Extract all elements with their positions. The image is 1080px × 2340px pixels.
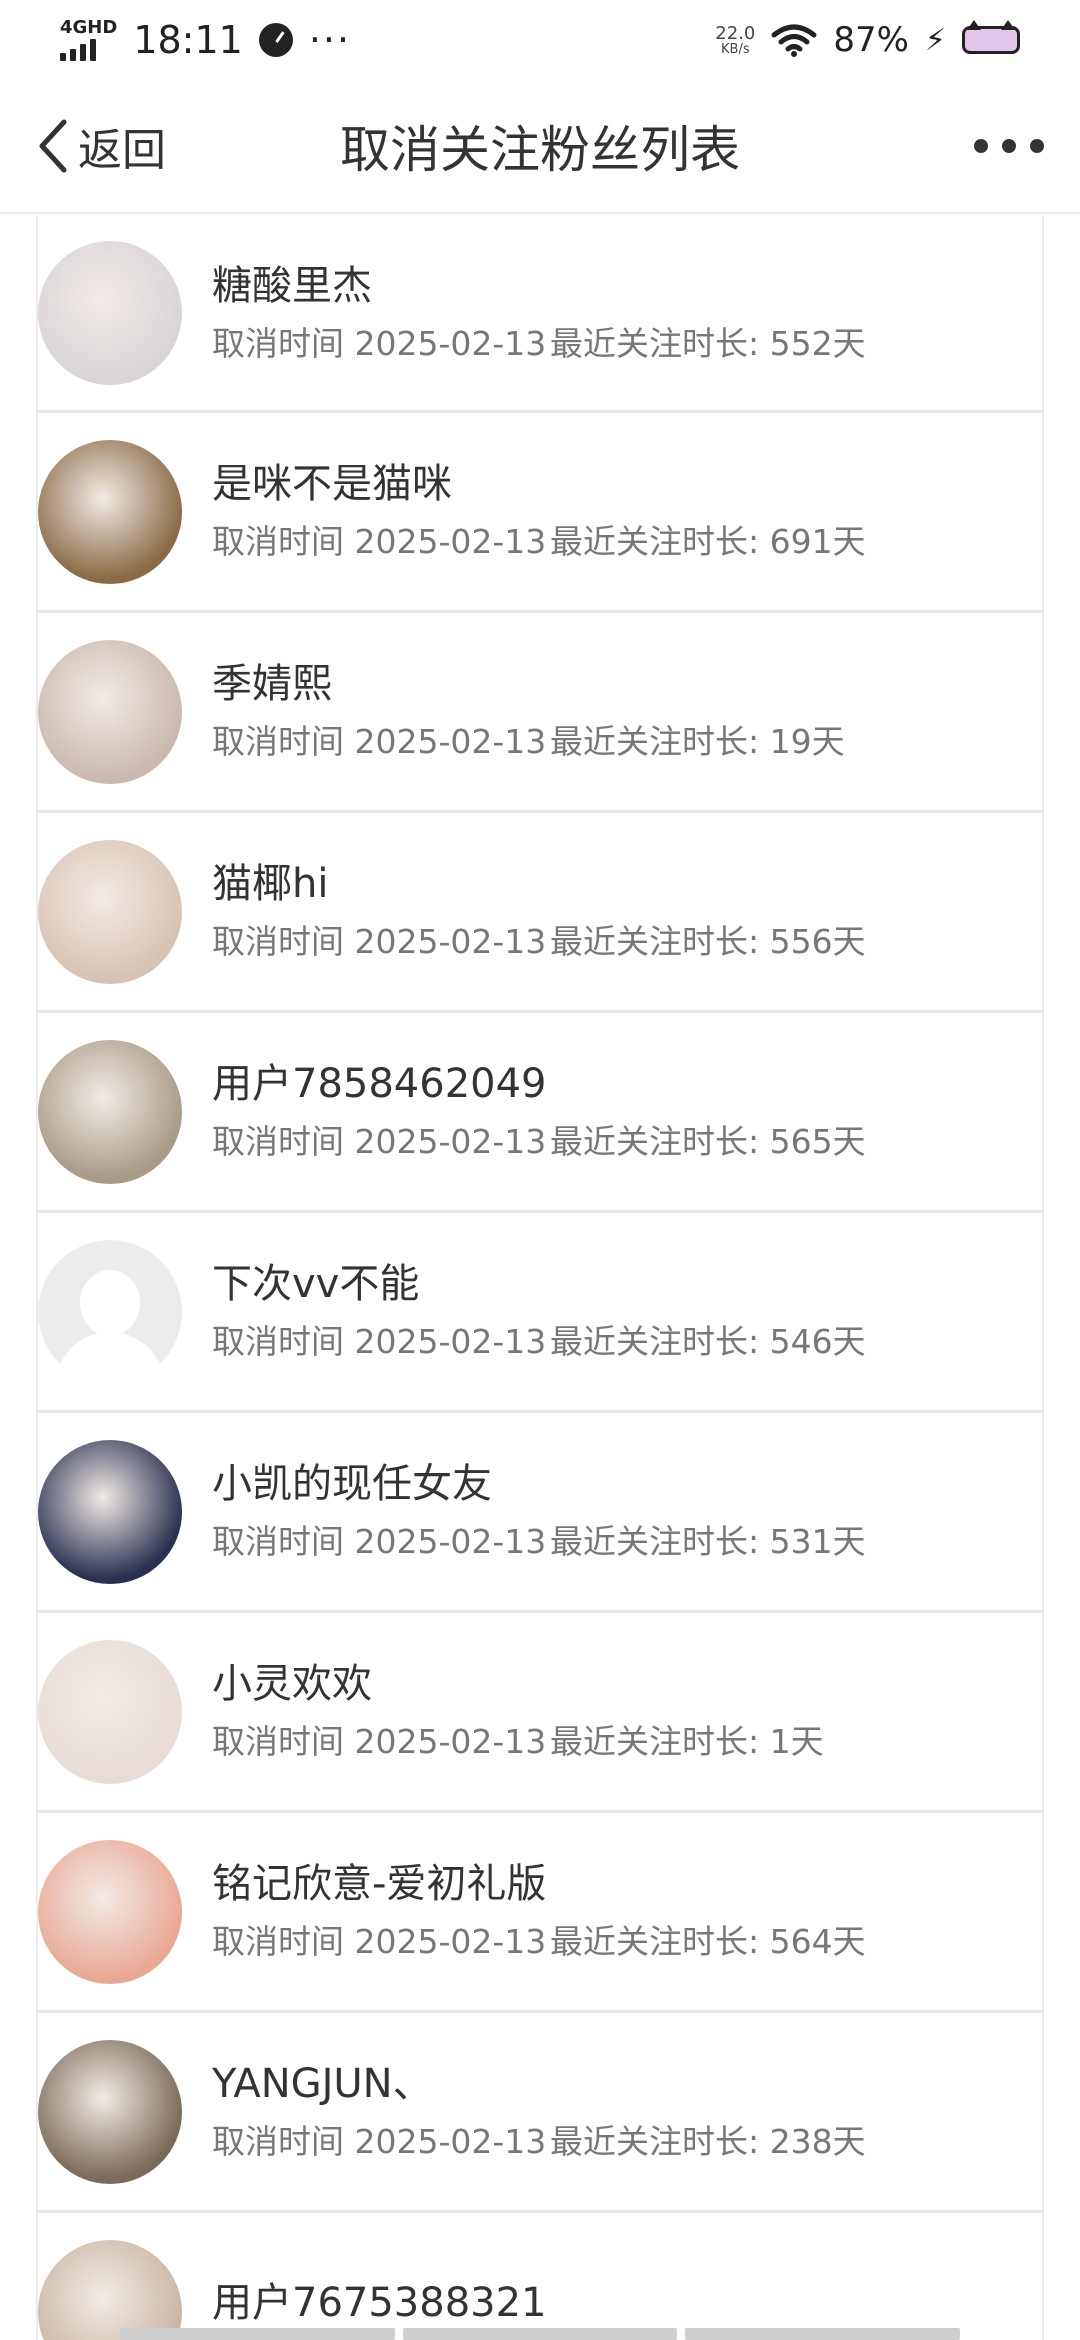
follow-duration: 最近关注时长: 552天 — [550, 323, 866, 363]
avatar[interactable] — [38, 1639, 182, 1784]
list-item[interactable]: 是咪不是猫咪取消时间 2025-02-13 最近关注时长: 691天 — [38, 413, 1042, 613]
list-item[interactable]: 糖酸里杰取消时间 2025-02-13 最近关注时长: 552天 — [38, 216, 1042, 413]
item-info: 季婧熙取消时间 2025-02-13 最近关注时长: 19天 — [212, 662, 845, 760]
item-meta: 取消时间 2025-02-13 最近关注时长: 19天 — [212, 722, 845, 762]
follow-duration: 最近关注时长: 546天 — [550, 1322, 866, 1362]
battery-icon — [962, 20, 1020, 54]
avatar[interactable] — [38, 1039, 182, 1184]
avatar[interactable] — [38, 1439, 182, 1584]
back-button[interactable]: 返回 — [36, 114, 166, 178]
wifi-icon — [771, 24, 817, 57]
cancel-time: 取消时间 2025-02-13 — [212, 2122, 547, 2162]
status-more-icon: ··· — [308, 18, 352, 62]
item-meta: 取消时间 2025-02-13 最近关注时长: 238天 — [212, 2122, 866, 2162]
avatar[interactable] — [38, 839, 182, 984]
charging-icon: ⚡ — [924, 22, 946, 58]
notification-icon — [258, 23, 293, 57]
status-right: 22.0 KB/s 87% ⚡ — [715, 20, 1020, 60]
item-info: 糖酸里杰取消时间 2025-02-13 最近关注时长: 552天 — [212, 264, 866, 362]
cancel-time: 取消时间 2025-02-13 — [212, 1922, 547, 1962]
default-avatar-icon[interactable] — [38, 1239, 182, 1384]
avatar[interactable] — [38, 639, 182, 784]
list-item[interactable]: 小灵欢欢取消时间 2025-02-13 最近关注时长: 1天 — [38, 1613, 1042, 1813]
avatar[interactable] — [38, 2239, 182, 2340]
speed-value: 22.0 — [715, 22, 756, 44]
follow-duration: 最近关注时长: 556天 — [550, 922, 866, 962]
nav-bar: 返回 取消关注粉丝列表 — [0, 80, 1080, 214]
cancel-time: 取消时间 2025-02-13 — [212, 323, 547, 363]
user-name[interactable]: 小凯的现任女友 — [212, 1462, 866, 1506]
item-meta: 取消时间 2025-02-13 最近关注时长: 556天 — [212, 922, 866, 962]
list-item[interactable]: 用户7858462049 取消时间 2025-02-13 最近关注时长: 565天 — [38, 1013, 1042, 1213]
user-name[interactable]: 用户7675388321 — [212, 2281, 550, 2325]
avatar[interactable] — [38, 2039, 182, 2184]
bottom-tab-strip — [120, 2328, 961, 2340]
item-meta: 取消时间 2025-02-13 最近关注时长: 531天 — [212, 1522, 866, 1562]
item-meta: 取消时间 2025-02-13 最近关注时长: 564天 — [212, 1922, 866, 1962]
list-item[interactable]: 铭记欣意-爱初礼版取消时间 2025-02-13 最近关注时长: 564天 — [38, 1813, 1042, 2013]
list-item[interactable]: YANGJUN、取消时间 2025-02-13 最近关注时长: 238天 — [38, 2013, 1042, 2213]
speed-unit: KB/s — [721, 41, 750, 57]
user-name[interactable]: 糖酸里杰 — [212, 264, 866, 308]
cancel-time: 取消时间 2025-02-13 — [212, 722, 547, 762]
cancel-time: 取消时间 2025-02-13 — [212, 1522, 547, 1562]
user-name[interactable]: 猫椰hi — [212, 862, 866, 906]
network-type: 4GHD — [60, 17, 118, 38]
item-info: 下次vv不能取消时间 2025-02-13 最近关注时长: 546天 — [212, 1262, 866, 1360]
list-item[interactable]: 下次vv不能取消时间 2025-02-13 最近关注时长: 546天 — [38, 1213, 1042, 1413]
item-meta: 取消时间 2025-02-13 最近关注时长: 552天 — [212, 323, 866, 363]
item-info: 猫椰hi 取消时间 2025-02-13 最近关注时长: 556天 — [212, 862, 866, 960]
item-meta: 取消时间 2025-02-13 最近关注时长: 565天 — [212, 1122, 866, 1162]
cancel-time: 取消时间 2025-02-13 — [212, 922, 547, 962]
back-label: 返回 — [78, 125, 166, 176]
item-info: 小灵欢欢取消时间 2025-02-13 最近关注时长: 1天 — [212, 1662, 824, 1760]
avatar[interactable] — [38, 1839, 182, 1984]
user-name[interactable]: 用户7858462049 — [212, 1062, 866, 1106]
follow-duration: 最近关注时长: 691天 — [550, 522, 866, 562]
item-info: 小凯的现任女友取消时间 2025-02-13 最近关注时长: 531天 — [212, 1462, 866, 1560]
list-item[interactable]: 季婧熙取消时间 2025-02-13 最近关注时长: 19天 — [38, 613, 1042, 813]
signal-icon: 4GHD — [60, 19, 117, 61]
avatar[interactable] — [38, 241, 182, 385]
more-options-icon[interactable] — [974, 129, 1044, 163]
network-speed: 22.0 KB/s — [715, 22, 756, 57]
item-info: YANGJUN、取消时间 2025-02-13 最近关注时长: 238天 — [212, 2062, 866, 2160]
cancel-time: 取消时间 2025-02-13 — [212, 1322, 547, 1362]
follow-duration: 最近关注时长: 19天 — [550, 722, 845, 762]
list-item[interactable]: 猫椰hi 取消时间 2025-02-13 最近关注时长: 556天 — [38, 813, 1042, 1013]
item-info: 是咪不是猫咪取消时间 2025-02-13 最近关注时长: 691天 — [212, 462, 866, 560]
user-name[interactable]: 下次vv不能 — [212, 1262, 866, 1306]
unfollow-fan-list[interactable]: 糖酸里杰 取消时间 2025-02-13 最近关注时长: 552天 是咪不是猫咪 取消时… — [36, 216, 1044, 2340]
item-info: 用户7858462049 取消时间 2025-02-13 最近关注时长: 565天 — [212, 1062, 866, 1160]
follow-duration: 最近关注时长: 531天 — [550, 1522, 866, 1562]
follow-duration: 最近关注时长: 1天 — [550, 1722, 824, 1762]
avatar[interactable] — [38, 439, 182, 584]
user-name[interactable]: 铭记欣意-爱初礼版 — [212, 1862, 866, 1906]
status-left: 4GHD 18:11 ··· — [60, 18, 351, 62]
status-bar: 4GHD 18:11 ··· 22.0 KB/s 87% ⚡ — [0, 0, 1080, 80]
user-name[interactable]: 是咪不是猫咪 — [212, 462, 866, 506]
status-time: 18:11 — [133, 18, 243, 62]
list-item[interactable]: 用户7675388321 — [38, 2213, 1042, 2340]
follow-duration: 最近关注时长: 564天 — [550, 1922, 866, 1962]
chevron-left-icon — [39, 119, 67, 173]
cancel-time: 取消时间 2025-02-13 — [212, 1122, 547, 1162]
item-meta: 取消时间 2025-02-13 最近关注时长: 1天 — [212, 1722, 824, 1762]
user-name[interactable]: 季婧熙 — [212, 662, 845, 706]
item-meta: 取消时间 2025-02-13 最近关注时长: 546天 — [212, 1322, 866, 1362]
cancel-time: 取消时间 2025-02-13 — [212, 522, 547, 562]
item-info: 铭记欣意-爱初礼版取消时间 2025-02-13 最近关注时长: 564天 — [212, 1862, 866, 1960]
follow-duration: 最近关注时长: 565天 — [550, 1122, 866, 1162]
user-name[interactable]: 小灵欢欢 — [212, 1662, 824, 1706]
battery-percent: 87% — [833, 20, 909, 60]
item-meta: 取消时间 2025-02-13 最近关注时长: 691天 — [212, 522, 866, 562]
cancel-time: 取消时间 2025-02-13 — [212, 1722, 547, 1762]
follow-duration: 最近关注时长: 238天 — [550, 2122, 866, 2162]
user-name[interactable]: YANGJUN、 — [212, 2062, 866, 2106]
list-item[interactable]: 小凯的现任女友取消时间 2025-02-13 最近关注时长: 531天 — [38, 1413, 1042, 1613]
